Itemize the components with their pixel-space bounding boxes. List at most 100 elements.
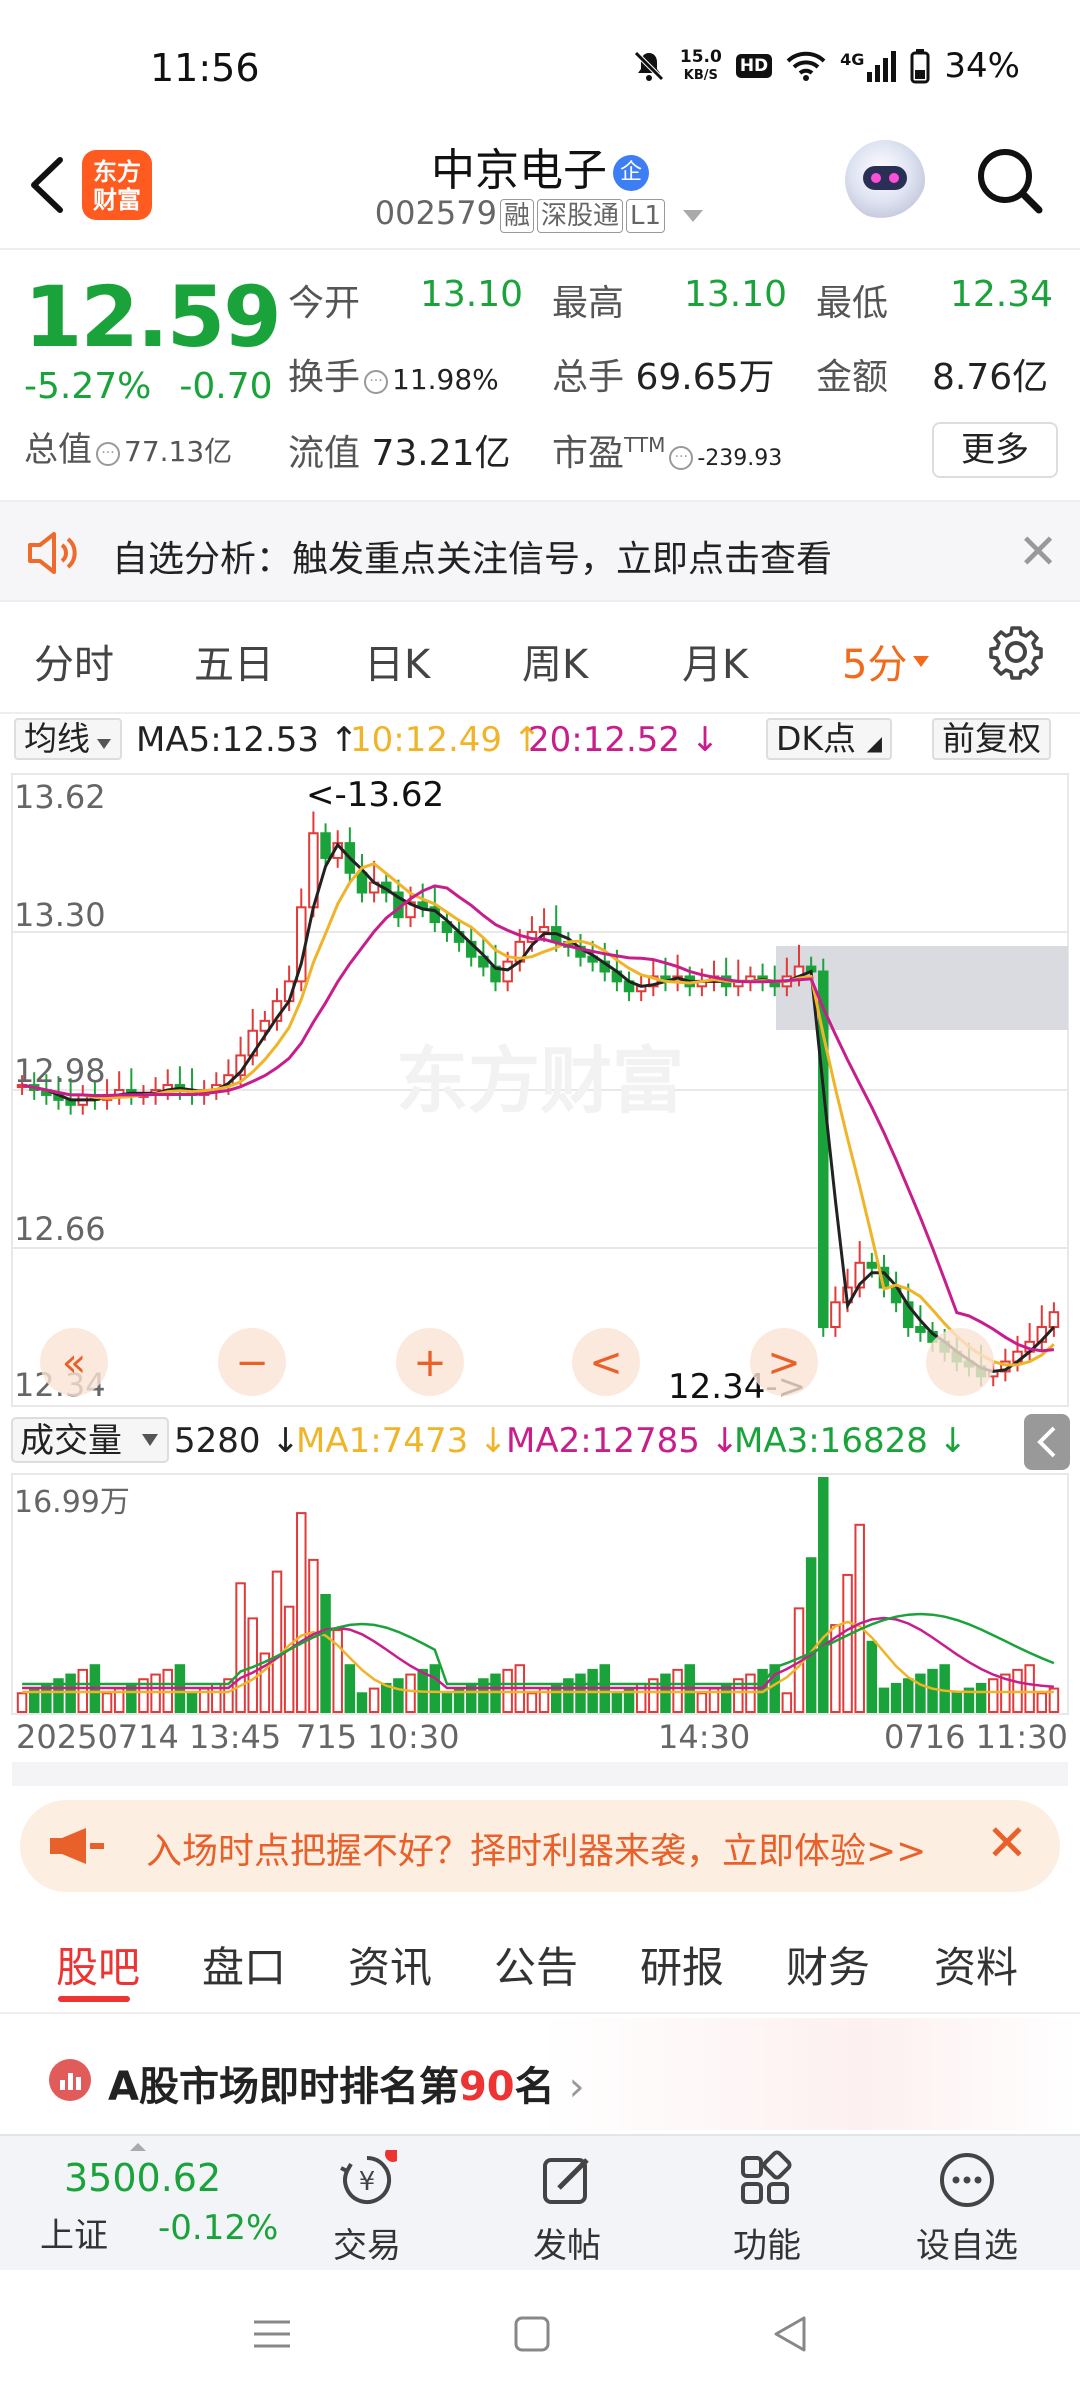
search-icon[interactable]	[975, 146, 1045, 216]
candle-body	[830, 1301, 841, 1328]
add-watchlist-button[interactable]: 设自选	[892, 2136, 1042, 2272]
watermark: 东方财富	[396, 1039, 684, 1123]
candle-body	[1048, 1311, 1060, 1328]
edit-icon	[543, 2158, 589, 2204]
adjust-selector[interactable]: 前复权	[932, 718, 1051, 760]
status-time: 11:56	[150, 46, 260, 90]
volume-bar	[490, 1673, 501, 1713]
svg-text:>: >	[767, 1340, 801, 1386]
chart-controls: « − + < >	[40, 1328, 994, 1396]
volume-header: 成交量 5280 ↓ MA1:7473 ↓ MA2:12785 ↓ MA3:16…	[11, 1414, 1070, 1470]
volume-bar	[745, 1673, 756, 1713]
ma-indicator-bar: 均线 MA5:12.53 ↑ 10:12.49 ↑ 20:12.52 ↓ DK点…	[0, 714, 1080, 766]
price-change: -5.27% -0.70	[24, 366, 273, 407]
more-dots-icon	[940, 2153, 994, 2207]
stock-code: 002579	[374, 194, 497, 232]
collapse-panel-button[interactable]	[1024, 1414, 1070, 1470]
tab-guba[interactable]: 股吧	[56, 1934, 140, 1995]
prev-button[interactable]: <	[572, 1328, 640, 1396]
vol-ma1: MA1:7473 ↓	[296, 1421, 508, 1461]
volume-selector-label: 成交量	[20, 1421, 122, 1461]
chart-bar-icon	[49, 2059, 91, 2101]
high-marker: <-13.62	[306, 775, 444, 815]
index-ticker[interactable]: 3500.62 上证 -0.12%	[30, 2136, 290, 2272]
volume-bar	[16, 1692, 28, 1714]
volume-bar	[805, 1557, 817, 1713]
back-triangle-icon[interactable]	[770, 2314, 810, 2354]
market-rank-row[interactable]: A股市场即时排名第90名 ›	[0, 2018, 1080, 2130]
volume-bar	[939, 1664, 950, 1714]
tab-five-day[interactable]: 五日	[194, 632, 274, 690]
close-icon[interactable]: ✕	[1018, 524, 1058, 580]
candle-body	[866, 1261, 878, 1269]
zoom-in-button[interactable]: +	[396, 1328, 464, 1396]
megaphone-icon	[50, 1828, 104, 1864]
trade-button[interactable]: ¥ 交易	[292, 2136, 442, 2272]
zoom-out-button[interactable]: −	[218, 1328, 286, 1396]
volume-max-label: 16.99万	[14, 1485, 130, 1520]
enterprise-badge: 企	[613, 155, 649, 191]
pe-stat[interactable]: 市盈TTM ··· -239.93	[552, 424, 782, 476]
rewind-button[interactable]: «	[40, 1328, 108, 1396]
hd-badge: HD	[735, 54, 773, 78]
x-label-1: 20250714 13:45	[16, 1718, 281, 1756]
dk-point-selector[interactable]: DK点 ◢	[766, 718, 892, 760]
last-button[interactable]	[926, 1328, 994, 1396]
total-value[interactable]: 总值 ··· 77.13亿	[24, 422, 232, 471]
kline-chart[interactable]: 东方财富 13.62 13.30 12.98 12.66 12.34 <-13.…	[0, 766, 1080, 1786]
system-nav-bar	[0, 2270, 1080, 2400]
candle-body	[320, 832, 331, 859]
gear-icon[interactable]	[988, 624, 1044, 680]
grid-icon	[741, 2150, 792, 2204]
tab-weekly-k[interactable]: 周K	[522, 632, 588, 690]
post-button[interactable]: 发帖	[492, 2136, 642, 2272]
tab-profile[interactable]: 资料	[934, 1934, 1018, 1995]
tab-finance[interactable]: 财务	[786, 1934, 870, 1995]
volume-bar	[150, 1673, 161, 1713]
volume-bar	[1024, 1664, 1035, 1714]
y-label-3: 12.98	[14, 1052, 106, 1090]
ma-selector[interactable]: 均线	[14, 718, 122, 760]
tab-announcements[interactable]: 公告	[494, 1934, 578, 1995]
content-tabs: 股吧 盘口 资讯 公告 研报 财务 资料	[0, 1910, 1080, 2014]
functions-button[interactable]: 功能	[692, 2136, 842, 2272]
home-icon[interactable]	[512, 2314, 552, 2354]
current-price: 12.59	[24, 268, 282, 366]
tab-news[interactable]: 资讯	[348, 1934, 432, 1995]
menu-icon[interactable]	[252, 2314, 292, 2354]
mute-icon	[634, 51, 664, 81]
signal-icon: 4G	[840, 50, 897, 82]
robot-assistant-icon[interactable]	[845, 140, 925, 220]
volume-bar	[660, 1673, 671, 1713]
more-button[interactable]: 更多	[932, 422, 1058, 478]
y-label-max: 13.62	[14, 778, 106, 816]
tab-market-depth[interactable]: 盘口	[202, 1934, 286, 1995]
volume-bar	[441, 1692, 453, 1714]
notice-bar[interactable]: 自选分析：触发重点关注信号，立即点击查看 ✕	[0, 500, 1080, 602]
volume-bar	[368, 1687, 380, 1713]
turnover-stat[interactable]: 换手 ··· 11.98%	[288, 348, 499, 400]
amount-value: 8.76亿	[932, 357, 1049, 398]
svg-text:«: «	[62, 1340, 86, 1386]
close-icon[interactable]: ✕	[986, 1814, 1028, 1872]
quote-panel: 12.59 -5.27% -0.70 总值 ··· 77.13亿 今开 13.10 最…	[0, 252, 1080, 497]
tab-5min[interactable]: 5分	[842, 632, 931, 690]
volume-bar	[903, 1678, 914, 1713]
svg-text:+: +	[413, 1340, 447, 1386]
rank-text: A股市场即时排名第90名 ›	[108, 2064, 585, 2110]
volume-stat: 总手 69.65万	[552, 357, 775, 398]
tab-research[interactable]: 研报	[640, 1934, 724, 1995]
notice-text: 自选分析：触发重点关注信号，立即点击查看	[112, 539, 833, 580]
tab-monthly-k[interactable]: 月K	[682, 632, 748, 690]
battery-icon	[910, 49, 930, 84]
volume-bar	[429, 1664, 441, 1714]
promo-banner[interactable]: 入场时点把握不好？择时利器来袭，立即体验>> ✕	[20, 1800, 1060, 1892]
tab-intraday[interactable]: 分时	[34, 632, 114, 690]
high-value: 13.10	[684, 274, 788, 315]
wifi-icon	[786, 51, 826, 81]
next-button[interactable]: >	[750, 1328, 818, 1396]
candle-body	[356, 871, 368, 894]
tab-daily-k[interactable]: 日K	[364, 632, 430, 690]
tag-margin: 融	[499, 199, 534, 233]
stock-header: 东方 财富 中京电子企 002579 融深股通 L1	[0, 140, 1080, 250]
